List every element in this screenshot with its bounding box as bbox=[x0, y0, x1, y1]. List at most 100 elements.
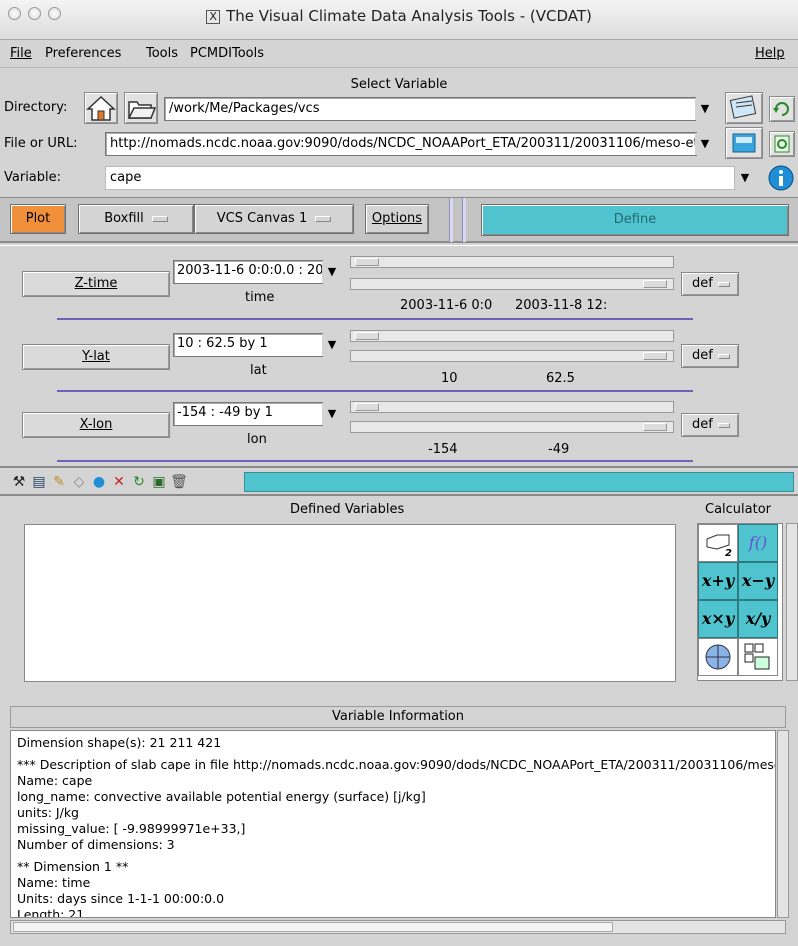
window-title: The Visual Climate Data Analysis Tools -… bbox=[226, 7, 592, 25]
slider-thumb[interactable] bbox=[643, 280, 667, 288]
chevron-down-icon: ▼ bbox=[700, 137, 710, 150]
slider-thumb[interactable] bbox=[355, 332, 379, 340]
canvas-label: VCS Canvas 1 bbox=[216, 211, 308, 226]
dimension-range-field-lat[interactable]: 10 : 62.5 by 1 bbox=[173, 333, 323, 357]
directory-field[interactable]: /work/Me/Packages/vcs bbox=[164, 97, 696, 121]
tools-icon[interactable]: ⚒ bbox=[10, 473, 28, 491]
plot-toolbar: Plot Boxfill VCS Canvas 1 Options Define bbox=[0, 197, 798, 243]
dimension-name-time: time bbox=[245, 290, 275, 305]
slider-thumb[interactable] bbox=[355, 258, 379, 266]
diamond-icon[interactable]: ◇ bbox=[70, 473, 88, 491]
defined-variables-list[interactable] bbox=[24, 524, 676, 682]
info-icon[interactable]: ● bbox=[90, 473, 108, 491]
dimension-min-value-lon: -154 bbox=[428, 442, 458, 457]
calc-divide-key[interactable]: x/y bbox=[738, 600, 778, 638]
dimension-range-dropdown[interactable]: ▼ bbox=[322, 403, 342, 425]
chevron-down-icon: ▼ bbox=[327, 265, 337, 278]
info-vertical-scrollbar[interactable] bbox=[777, 730, 789, 918]
menu-help[interactable]: Help bbox=[755, 46, 785, 61]
dimension-max-slider-lat[interactable] bbox=[350, 350, 674, 362]
file-browser-icon bbox=[729, 95, 757, 119]
file-icon bbox=[732, 133, 756, 153]
select-variable-heading: Select Variable bbox=[350, 77, 448, 92]
file-url-field[interactable]: http://nomads.ncdc.noaa.gov:9090/dods/NC… bbox=[105, 132, 697, 156]
file-url-dropdown-button[interactable]: ▼ bbox=[695, 133, 715, 155]
option-menu-indicator bbox=[718, 423, 730, 428]
dimension-range-field-lon[interactable]: -154 : -49 by 1 bbox=[173, 402, 323, 426]
trash-icon[interactable]: 🗑 bbox=[170, 473, 188, 491]
dimension-min-slider-time[interactable] bbox=[350, 256, 674, 268]
dimension-min-slider-lon[interactable] bbox=[350, 401, 674, 413]
dimension-max-value-lon: -49 bbox=[548, 442, 570, 457]
variable-dropdown-button[interactable]: ▼ bbox=[735, 167, 755, 189]
open-folder-button[interactable] bbox=[124, 92, 158, 124]
menu-pcmditools[interactable]: PCMDITools bbox=[190, 46, 264, 61]
canvas-menu[interactable]: VCS Canvas 1 bbox=[194, 204, 354, 234]
file-select-button[interactable] bbox=[725, 127, 763, 159]
chevron-down-icon: ▼ bbox=[327, 338, 337, 351]
grid-icon bbox=[744, 643, 770, 670]
dimension-range-dropdown[interactable]: ▼ bbox=[322, 334, 342, 356]
chevron-down-icon: ▼ bbox=[700, 102, 710, 115]
browse-directory-button[interactable] bbox=[725, 92, 763, 124]
save-icon[interactable]: ▣ bbox=[150, 473, 168, 491]
vcdat-window: X The Visual Climate Data Analysis Tools … bbox=[0, 0, 798, 946]
x11-app-icon: X bbox=[206, 10, 221, 24]
calc-multiply-key[interactable]: x×y bbox=[698, 600, 738, 638]
dimension-range-field-time[interactable]: 2003-11-6 0:0:0.0 : 20 bbox=[173, 260, 323, 284]
variable-info-button[interactable] bbox=[767, 164, 795, 192]
file-url-label: File or URL: bbox=[4, 136, 78, 151]
directory-dropdown-button[interactable]: ▼ bbox=[695, 98, 715, 120]
calc-add-key[interactable]: x+y bbox=[698, 562, 738, 600]
scrollbar-thumb[interactable] bbox=[13, 922, 613, 932]
calc-grid-key[interactable] bbox=[738, 638, 778, 676]
dimension-panel: Z-time 2003-11-6 0:0:0.0 : 20 ▼ time 200… bbox=[0, 245, 798, 465]
options-button[interactable]: Options bbox=[365, 204, 429, 234]
dimension-button-lat[interactable]: Y-lat bbox=[22, 344, 170, 370]
define-button[interactable]: Define bbox=[481, 204, 789, 236]
reload-file-button[interactable] bbox=[769, 131, 795, 157]
edit-icon[interactable]: ✎ bbox=[50, 473, 68, 491]
graphics-method-label: Boxfill bbox=[104, 211, 144, 226]
dimension-range-dropdown[interactable]: ▼ bbox=[322, 261, 342, 283]
info-line: long_name: convective available potentia… bbox=[17, 789, 426, 804]
dimension-name-lat: lat bbox=[250, 363, 267, 378]
info-line: Units: days since 1-1-1 00:00:0.0 bbox=[17, 891, 225, 906]
refresh-button[interactable] bbox=[769, 96, 795, 122]
dimension-def-menu-lon[interactable]: def bbox=[681, 413, 739, 437]
defined-variables-heading: Defined Variables bbox=[290, 502, 405, 517]
slider-thumb[interactable] bbox=[643, 423, 667, 431]
variable-field[interactable]: cape bbox=[105, 166, 735, 190]
dimension-def-menu-lat[interactable]: def bbox=[681, 344, 739, 368]
title-bar: X The Visual Climate Data Analysis Tools … bbox=[0, 0, 798, 40]
dimension-button-time[interactable]: Z-time bbox=[22, 271, 170, 297]
refresh-icon[interactable]: ↻ bbox=[130, 473, 148, 491]
menu-tools[interactable]: Tools bbox=[146, 46, 178, 61]
info-line: ** Dimension 1 ** bbox=[17, 859, 129, 874]
home-dir-button[interactable] bbox=[84, 92, 118, 124]
menu-file[interactable]: File bbox=[10, 46, 32, 61]
slider-thumb[interactable] bbox=[355, 403, 379, 411]
slider-thumb[interactable] bbox=[643, 352, 667, 360]
calc-regrid-key[interactable] bbox=[698, 638, 738, 676]
graphics-method-menu[interactable]: Boxfill bbox=[78, 204, 194, 234]
calc-subtract-key[interactable]: x−y bbox=[738, 562, 778, 600]
option-menu-indicator bbox=[718, 282, 730, 287]
globe-icon bbox=[705, 644, 731, 670]
calculator-scrollbar[interactable] bbox=[786, 523, 798, 681]
plot-button[interactable]: Plot bbox=[10, 204, 66, 234]
dimension-min-slider-lat[interactable] bbox=[350, 330, 674, 342]
spreadsheet-icon[interactable]: ▤ bbox=[30, 473, 48, 491]
info-line: Name: cape bbox=[17, 773, 93, 788]
dimension-max-slider-time[interactable] bbox=[350, 278, 674, 290]
hand-select-key[interactable]: 2 bbox=[698, 524, 738, 562]
dimension-button-label: Z-time bbox=[74, 276, 118, 291]
variable-information-text[interactable]: Dimension shape(s): 21 211 421 *** Descr… bbox=[10, 730, 776, 918]
delete-icon[interactable]: ✕ bbox=[110, 473, 128, 491]
dimension-max-slider-lon[interactable] bbox=[350, 421, 674, 433]
dimension-button-lon[interactable]: X-lon bbox=[22, 412, 170, 438]
calc-function-key[interactable]: f() bbox=[738, 524, 778, 562]
menu-preferences[interactable]: Preferences bbox=[45, 46, 121, 61]
info-horizontal-scrollbar[interactable] bbox=[10, 920, 786, 934]
dimension-def-menu-time[interactable]: def bbox=[681, 272, 739, 296]
